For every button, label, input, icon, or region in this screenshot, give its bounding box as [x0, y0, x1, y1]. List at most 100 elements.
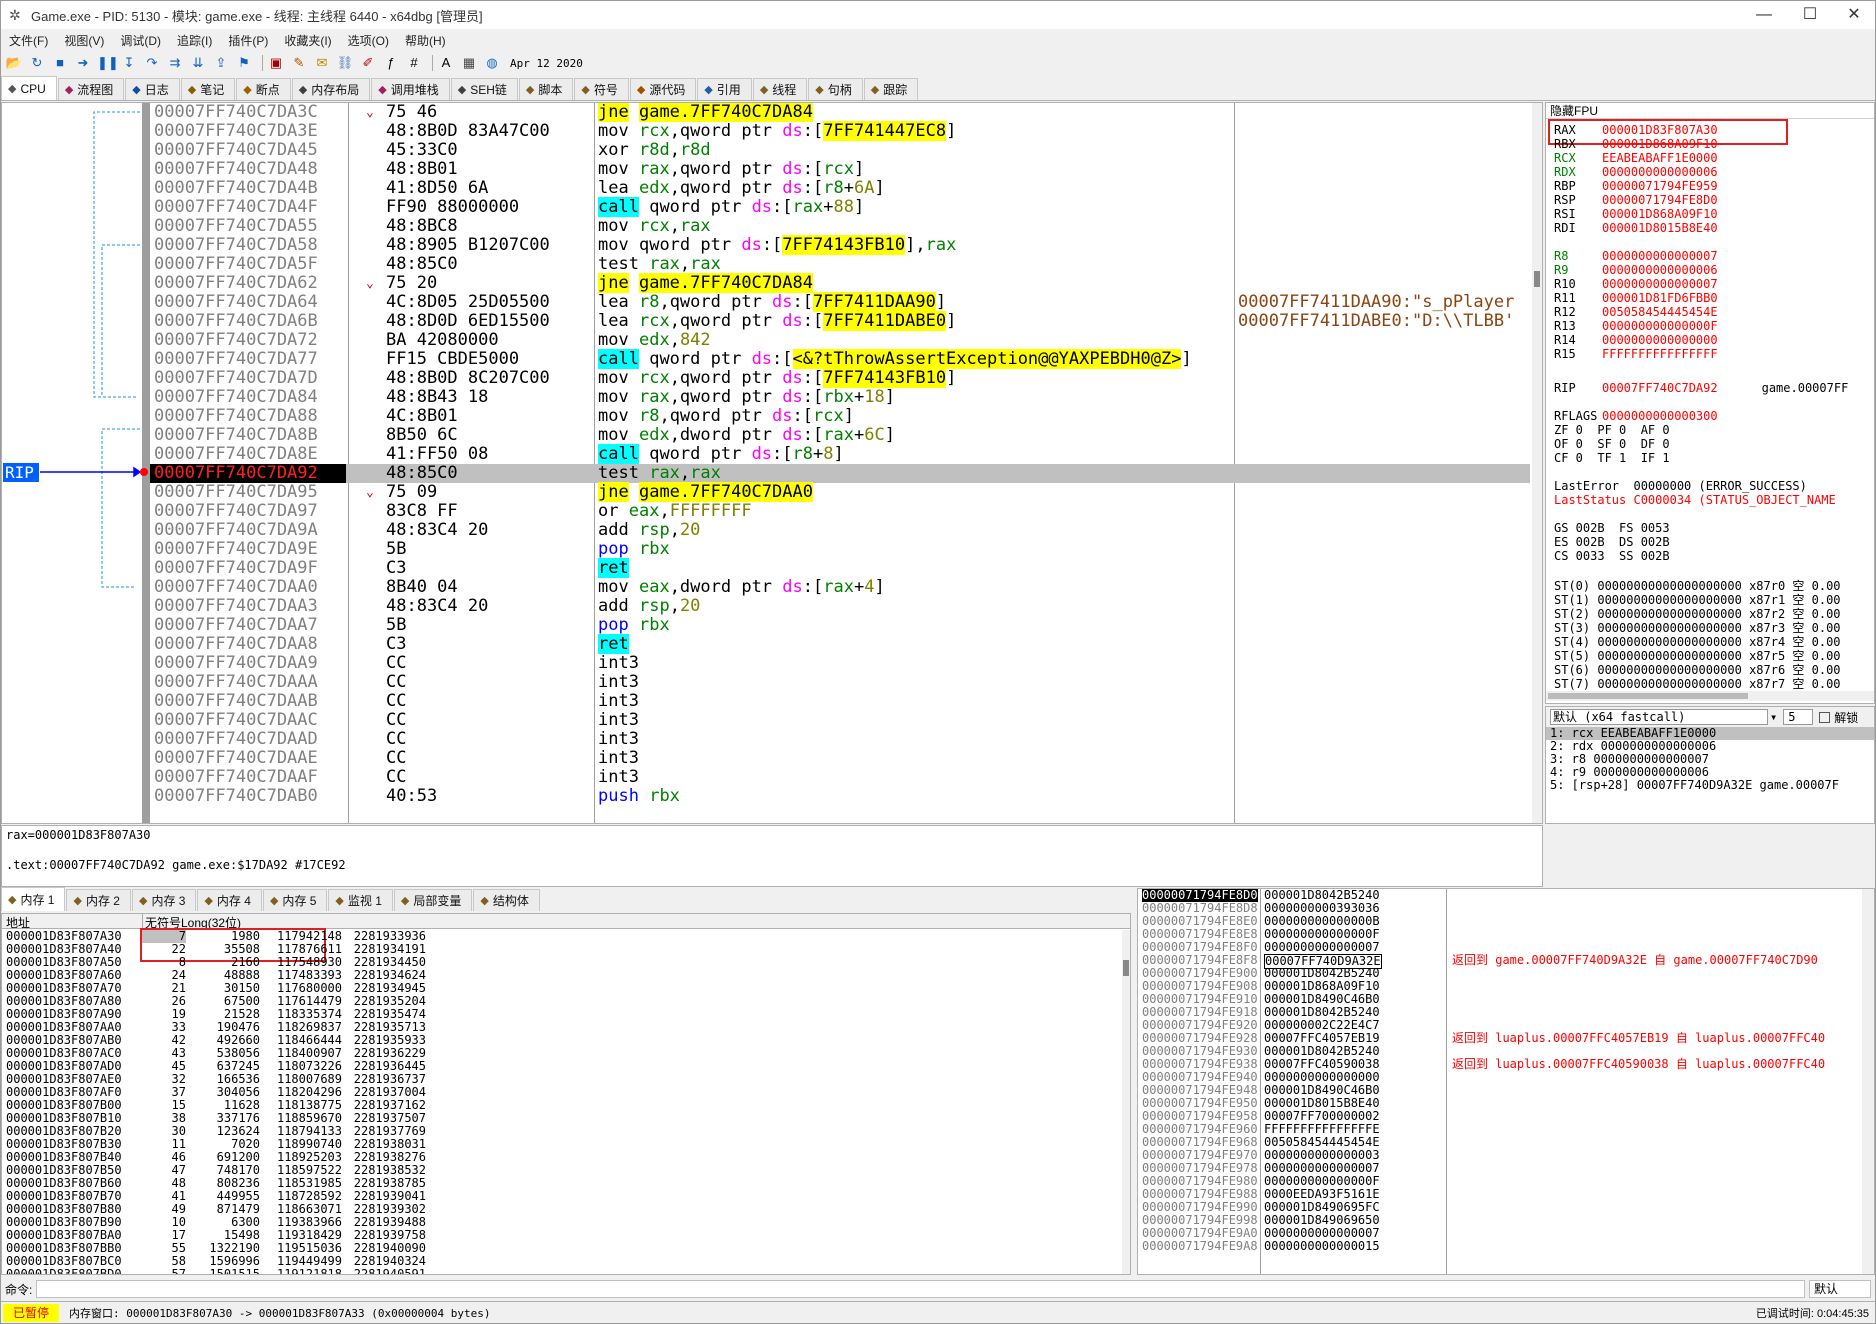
disasm-address[interactable]: 00007FF740C7DA5F — [154, 255, 318, 274]
patch-icon[interactable]: ✎ — [290, 54, 308, 72]
disasm-row[interactable]: 00007FF740C7DAA8 C3 ret — [150, 634, 1530, 654]
step-over-icon[interactable]: ↷ — [143, 54, 161, 72]
register-value[interactable]: 0000000000000300 — [1602, 409, 1718, 423]
register-value[interactable]: 000000000000000F — [1602, 319, 1718, 333]
segment-registers[interactable]: GS 002B FS 0053 — [1554, 521, 1670, 535]
dump-scrollbar[interactable] — [1122, 930, 1130, 1274]
disasm-row[interactable]: 00007FF740C7DA95 75 09 ⌄ jne game.7FF740C7D… — [150, 482, 1530, 502]
bookmark-icon[interactable]: ✐ — [359, 54, 377, 72]
disasm-row[interactable]: 00007FF740C7DA55 48:8BC8 mov rcx,rax — [150, 217, 1530, 236]
disasm-row[interactable]: 00007FF740C7DA97 83C8 FF or eax,FFFFFFFF — [150, 502, 1530, 521]
disasm-row[interactable]: 00007FF740C7DAAF CC int3 — [150, 768, 1530, 787]
disasm-address[interactable]: 00007FF740C7DAAB — [154, 692, 318, 711]
disasm-address[interactable]: 00007FF740C7DAB0 — [154, 787, 318, 806]
command-mode-select[interactable]: 默认 — [1809, 1280, 1871, 1298]
tab-seh[interactable]: ◆ SEH链 — [450, 78, 518, 100]
disasm-address[interactable]: 00007FF740C7DA7D — [154, 369, 318, 388]
callconv-select[interactable]: 默认 (x64 fastcall) — [1550, 709, 1768, 725]
tab-references[interactable]: ◆ 引用 — [697, 78, 752, 100]
register-r15[interactable]: R15 FFFFFFFFFFFFFFFF — [1554, 347, 1718, 361]
run-icon[interactable]: ➜ — [74, 54, 92, 72]
register-rdi[interactable]: RDI 000001D8015B8E40 — [1554, 221, 1718, 235]
disasm-address[interactable]: 00007FF740C7DA92 — [150, 464, 346, 483]
disasm-address[interactable]: 00007FF740C7DA64 — [154, 293, 318, 312]
trace-into-icon[interactable]: ⇉ — [166, 54, 184, 72]
stack-value[interactable]: 0000000000000015 — [1264, 1240, 1380, 1253]
open-icon[interactable]: 📂 — [5, 54, 23, 72]
register-value[interactable]: FFFFFFFFFFFFFFFF — [1602, 347, 1718, 361]
register-value[interactable]: 00000071794FE8D0 — [1602, 193, 1718, 207]
tab-graph[interactable]: ◆ 流程图 — [57, 78, 125, 100]
collapse-arrow-icon[interactable]: ⌄ — [366, 103, 374, 122]
globe-icon[interactable]: ◍ — [483, 54, 501, 72]
disasm-address[interactable]: 00007FF740C7DA9A — [154, 521, 318, 540]
menu-item[interactable]: 插件(P) — [220, 32, 276, 49]
close-button[interactable]: ✕ — [1831, 1, 1876, 29]
segment-registers[interactable]: CS 0033 SS 002B — [1554, 549, 1670, 563]
disasm-row[interactable]: 00007FF740C7DA3E 48:8B0D 83A47C00 mov rcx,… — [150, 121, 1530, 141]
register-value[interactable]: 000001D868A09F10 — [1602, 207, 1718, 221]
disasm-address[interactable]: 00007FF740C7DA8E — [154, 445, 318, 464]
restart-icon[interactable]: ↻ — [28, 54, 46, 72]
menu-item[interactable]: 视图(V) — [56, 32, 112, 49]
register-rflags[interactable]: RFLAGS 0000000000000300 — [1554, 409, 1718, 423]
disasm-address[interactable]: 00007FF740C7DA95 — [154, 483, 318, 502]
register-value[interactable]: 0000000000000006 — [1602, 263, 1718, 277]
register-rcx[interactable]: RCX EEABEABAFF1E0000 — [1554, 151, 1718, 165]
hide-fpu-toggle[interactable]: 隐藏FPU — [1546, 103, 1874, 119]
register-r14[interactable]: R14 0000000000000000 — [1554, 333, 1718, 347]
disasm-address[interactable]: 00007FF740C7DAA7 — [154, 616, 318, 635]
register-r10[interactable]: R10 0000000000000007 — [1554, 277, 1718, 291]
menu-item[interactable]: 帮助(H) — [397, 32, 454, 49]
collapse-arrow-icon[interactable]: ⌄ — [366, 483, 374, 502]
disasm-address[interactable]: 00007FF740C7DAAD — [154, 730, 318, 749]
trace-over-icon[interactable]: ⇊ — [189, 54, 207, 72]
disasm-address[interactable]: 00007FF740C7DA4F — [154, 198, 318, 217]
disasm-row[interactable]: 00007FF740C7DA92 48:85C0 test rax,rax — [150, 464, 1530, 483]
disasm-row[interactable]: 00007FF740C7DA9F C3 ret — [150, 558, 1530, 578]
fpu-register[interactable]: ST(0) 00000000000000000000 x87r0 空 0.00 — [1554, 579, 1841, 593]
tab-memory-map[interactable]: ◆ 内存布局 — [291, 78, 371, 100]
pause-icon[interactable]: ❚❚ — [97, 54, 119, 72]
register-value[interactable]: 0000000000000000 — [1602, 333, 1718, 347]
disasm-address[interactable]: 00007FF740C7DA58 — [154, 236, 318, 255]
tab-callstack[interactable]: ◆ 调用堆栈 — [371, 78, 450, 100]
disasm-address[interactable]: 00007FF740C7DAA8 — [154, 635, 318, 654]
disasm-address[interactable]: 00007FF740C7DA9E — [154, 540, 318, 559]
tab-script[interactable]: ◆ 脚本 — [518, 78, 574, 100]
exec-till-return-icon[interactable]: ⇪ — [212, 54, 230, 72]
register-value[interactable]: 0000000000000007 — [1602, 277, 1718, 291]
stack-value[interactable]: 0000000000000007 — [1264, 941, 1380, 954]
tab-symbol[interactable]: ◆ 符号 — [574, 78, 629, 100]
disasm-row[interactable]: 00007FF740C7DA9E 5B pop rbx — [150, 540, 1530, 559]
disasm-address[interactable]: 00007FF740C7DA84 — [154, 388, 318, 407]
tab-threads[interactable]: ◆ 线程 — [752, 78, 808, 100]
disasm-row[interactable]: 00007FF740C7DA77 FF15 CBDE5000 call qword … — [150, 349, 1530, 369]
disasm-row[interactable]: 00007FF740C7DA45 45:33C0 xor r8d,r8d — [150, 141, 1530, 160]
disasm-address[interactable]: 00007FF740C7DAAE — [154, 749, 318, 768]
font-icon[interactable]: A — [437, 54, 455, 72]
callconv-arg[interactable]: 5: [rsp+28] 00007FF740D9A32E game.00007F — [1546, 779, 1874, 792]
fpu-register[interactable]: ST(6) 00000000000000000000 x87r6 空 0.00 — [1554, 663, 1841, 677]
dump-tab[interactable]: ◆ 结构体 — [473, 889, 540, 911]
disasm-row[interactable]: 00007FF740C7DA5F 48:85C0 test rax,rax — [150, 255, 1530, 274]
disasm-row[interactable]: 00007FF740C7DA88 4C:8B01 mov r8,qword ptr … — [150, 407, 1530, 426]
disasm-address[interactable]: 00007FF740C7DAA0 — [154, 578, 318, 597]
menu-item[interactable]: 选项(O) — [340, 32, 397, 49]
memory-dump-1[interactable]: 地址 无符号Long(32位) 000001D83F807A30 7 1980 117… — [1, 913, 1131, 1275]
dump-tab[interactable]: ◆ 内存 2 — [66, 889, 131, 911]
disasm-row[interactable]: 00007FF740C7DA3C 75 46 ⌄ jne game.7FF740C7D… — [150, 103, 1530, 122]
unlock-checkbox[interactable] — [1819, 711, 1831, 723]
disasm-row[interactable]: 00007FF740C7DA62 75 20 ⌄ jne game.7FF740C7D… — [150, 273, 1530, 293]
dump-value[interactable]: 1501515 — [188, 1268, 260, 1275]
disasm-address[interactable]: 00007FF740C7DAA3 — [154, 597, 318, 616]
scylla-icon[interactable]: ▣ — [267, 54, 285, 72]
register-value[interactable]: 00000071794FE959 — [1602, 179, 1718, 193]
dump-tab[interactable]: ◆ 内存 1 — [1, 887, 66, 911]
disasm-address[interactable]: 00007FF740C7DA4B — [154, 179, 318, 198]
disasm-row[interactable]: 00007FF740C7DAAE CC int3 — [150, 749, 1530, 768]
disasm-address[interactable]: 00007FF740C7DA72 — [154, 331, 318, 350]
tab-log[interactable]: ◆ 日志 — [125, 78, 180, 100]
dump-value[interactable]: 2281940591 — [346, 1268, 426, 1275]
register-value[interactable]: 00007FF740C7DA92 — [1602, 381, 1718, 395]
